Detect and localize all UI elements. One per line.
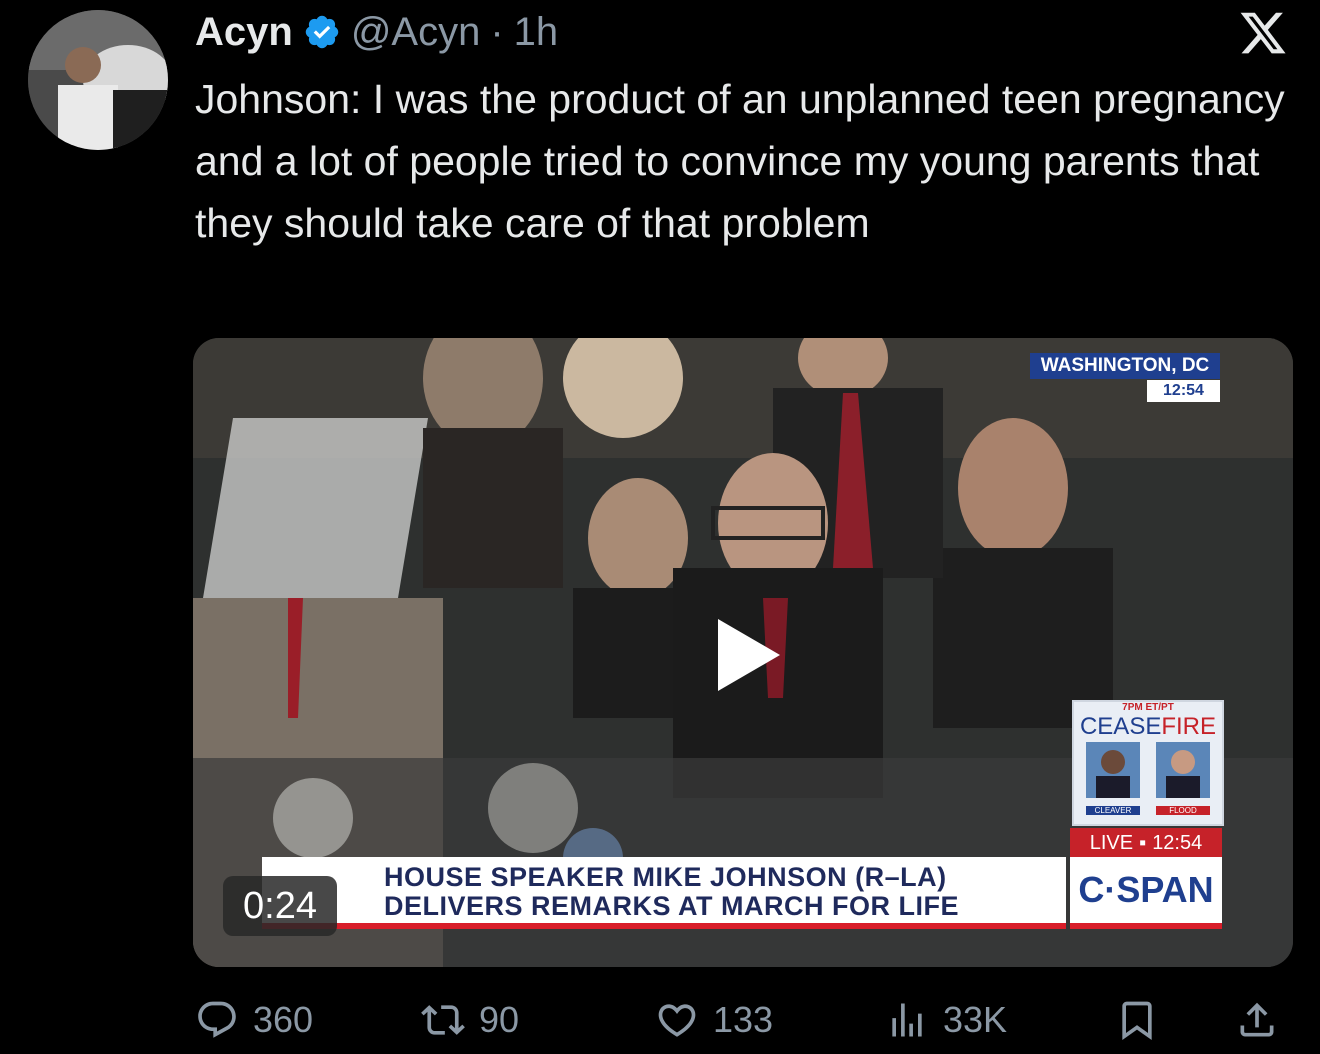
avatar[interactable] (28, 10, 168, 150)
reply-button[interactable]: 360 (195, 990, 313, 1050)
views-button[interactable]: 33K (885, 990, 1007, 1050)
views-count: 33K (943, 999, 1008, 1040)
verified-badge-icon (305, 15, 339, 49)
chyron-line-2: DELIVERS REMARKS AT MARCH FOR LIFE (384, 891, 959, 921)
like-count: 133 (713, 999, 774, 1040)
live-label: LIVE (1089, 831, 1134, 854)
tweet-header: Acyn @Acyn · 1h (195, 6, 558, 58)
promo-title-b: FIRE (1161, 713, 1217, 740)
bookmark-icon (1122, 1001, 1152, 1041)
share-icon (1240, 1002, 1274, 1037)
promo-name-left: CLEAVER (1086, 806, 1140, 815)
promo-title-a: CEASE (1079, 713, 1162, 740)
repost-icon (421, 1005, 465, 1035)
repost-button[interactable]: 90 (421, 990, 519, 1050)
like-button[interactable]: 133 (655, 990, 773, 1050)
repost-count: 90 (479, 999, 520, 1040)
bookmark-button[interactable] (1115, 990, 1159, 1050)
location-time: 12:54 (1147, 380, 1220, 402)
live-time: 12:54 (1152, 831, 1203, 854)
promo-box: 7PM ET/PT CEASEFIRE CLEAVER FLOOD (1072, 700, 1224, 826)
avatar-image (28, 10, 168, 150)
user-handle[interactable]: @Acyn (351, 10, 481, 55)
news-chyron: HOUSE SPEAKER MIKE JOHNSON (R–LA) DELIVE… (262, 857, 1066, 929)
video-duration: 0:24 (223, 876, 337, 936)
promo-name-right: FLOOD (1156, 806, 1210, 815)
promo-title: CEASEFIRE (1074, 714, 1222, 740)
timestamp[interactable]: 1h (514, 10, 559, 55)
live-indicator: LIVE ▪ 12:54 (1070, 828, 1222, 858)
views-icon (892, 1003, 922, 1037)
reply-icon (198, 1001, 236, 1038)
display-name[interactable]: Acyn (195, 10, 293, 55)
play-icon[interactable] (714, 615, 784, 695)
reply-count: 360 (253, 999, 314, 1040)
location-bug: WASHINGTON, DC (1030, 353, 1220, 379)
tweet-text: Johnson: I was the product of an unplann… (195, 76, 1285, 246)
tweet-actions: 360 90 133 33K (195, 990, 1290, 1050)
separator-dot: · (490, 9, 504, 54)
share-button[interactable] (1235, 990, 1279, 1050)
heart-icon (658, 1004, 696, 1037)
chyron-line-1: HOUSE SPEAKER MIKE JOHNSON (R–LA) (384, 862, 947, 892)
x-logo-icon[interactable] (1238, 8, 1288, 58)
promo-headshots (1086, 742, 1210, 798)
network-logo: C·SPAN (1070, 857, 1222, 929)
live-dot: ▪ (1139, 831, 1147, 854)
